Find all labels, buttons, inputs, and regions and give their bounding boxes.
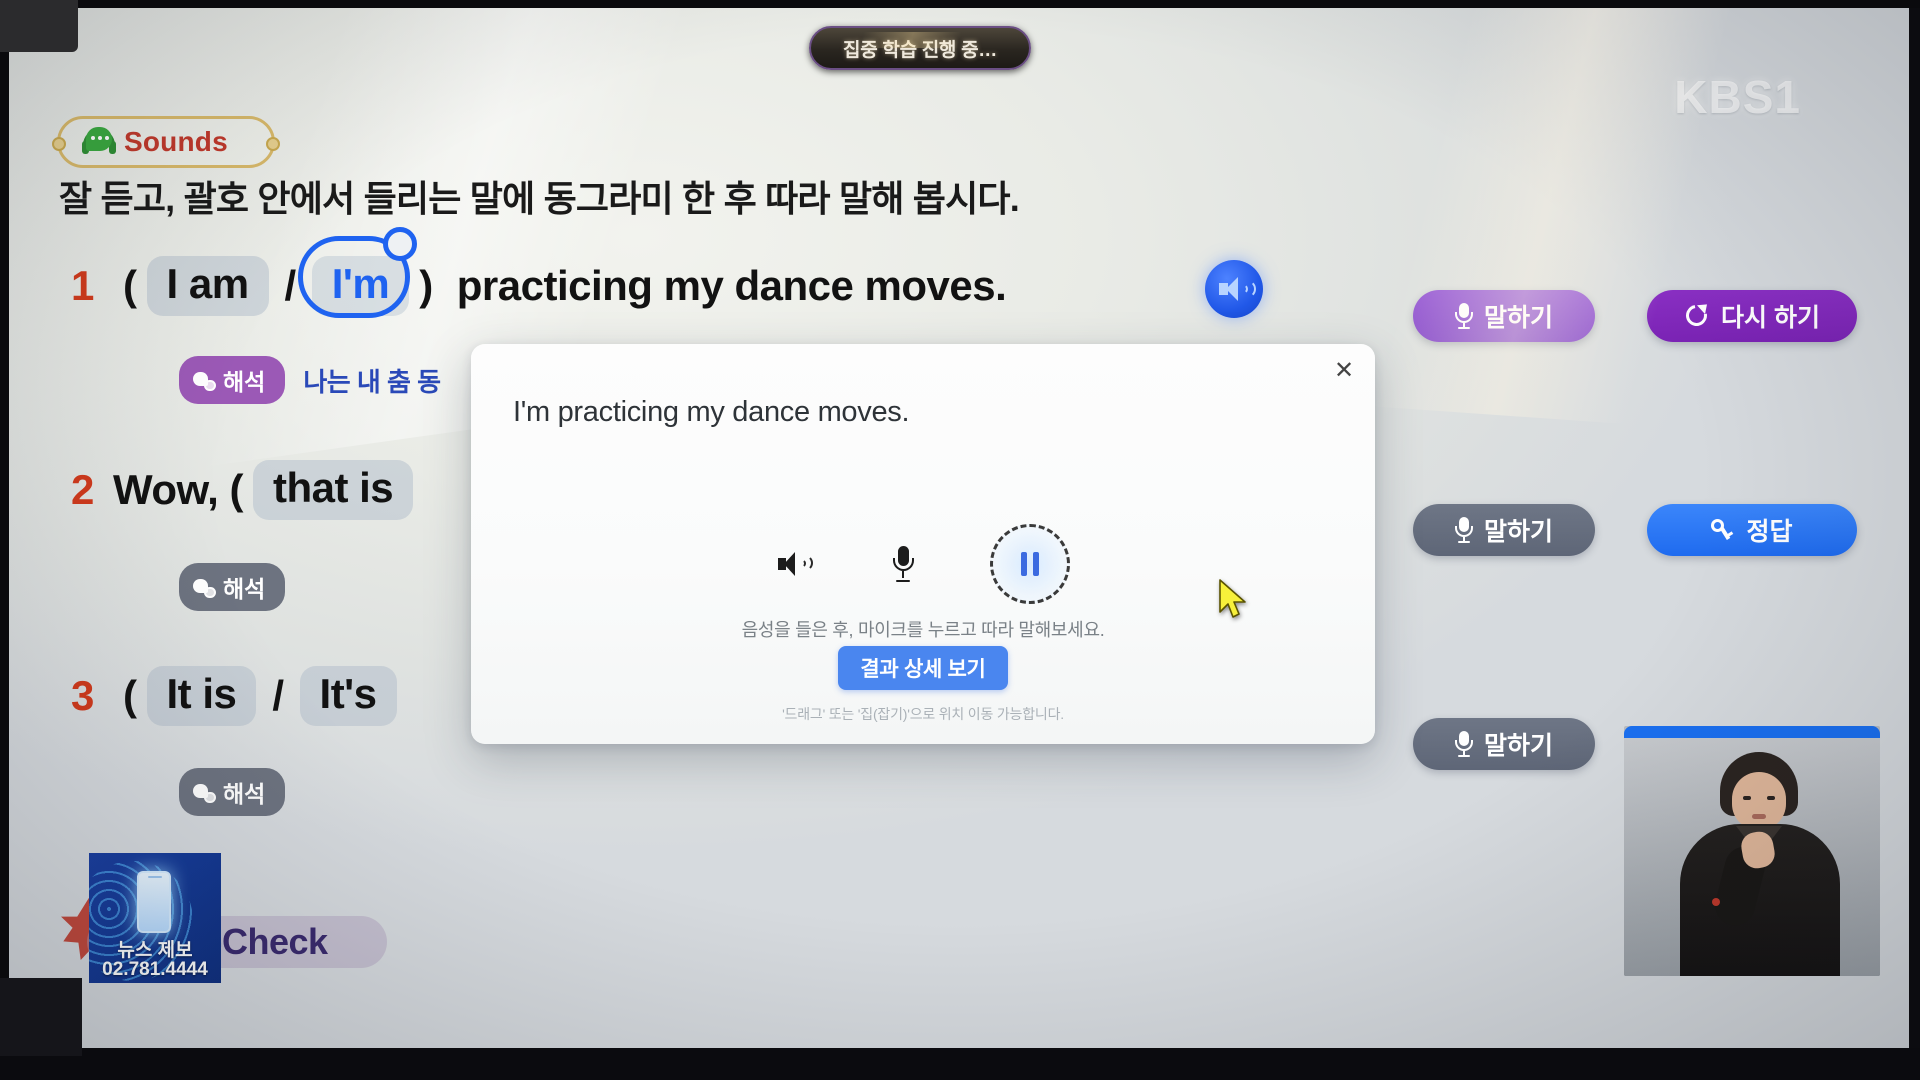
answer-button[interactable]: 정답 [1647, 504, 1857, 556]
translation-bubble-icon [193, 577, 216, 598]
speak-button-row-1-label: 말하기 [1483, 304, 1553, 332]
modal-pause-button[interactable] [990, 524, 1070, 604]
mic-icon [1454, 731, 1473, 757]
speaker-icon [1219, 277, 1256, 301]
retry-button-label: 다시 하기 [1721, 304, 1820, 332]
mic-icon [1454, 303, 1473, 329]
sounds-section-badge: Sounds [52, 116, 280, 168]
kbs-channel-number: 1 [1774, 71, 1800, 123]
badge-knob-left [52, 137, 66, 151]
question-1-speaker-button[interactable] [1205, 260, 1263, 318]
modal-record-button[interactable] [890, 544, 916, 584]
kbs-logo-text: KBS [1674, 71, 1775, 123]
status-pill-label: 집중 학습 진행 중… [843, 39, 997, 61]
translation-bubble-icon [193, 782, 216, 803]
question-2-number: 2 [71, 466, 95, 513]
question-1-tail: practicing my dance moves. [456, 262, 1007, 309]
kbs-channel-logo: KBS1 [1674, 70, 1800, 124]
arrow-cursor [1219, 579, 1246, 618]
speak-button-row-1[interactable]: 말하기 [1413, 290, 1595, 342]
question-2-choice-a[interactable]: that is [252, 460, 414, 520]
frame-edge-bottom [0, 1048, 1920, 1080]
answer-button-label: 정답 [1746, 518, 1793, 546]
mic-icon [890, 544, 916, 584]
question-1-hint-text: 나는 내 춤 동 [303, 366, 441, 397]
question-3-hint-row: 해석 [179, 768, 286, 816]
news-tip-label: 뉴스 제보 [117, 940, 193, 961]
news-tip-phone: 02.781.4444 [102, 959, 208, 980]
broadcast-frame: 집중 학습 진행 중… KBS1 Sounds 잘 듣고, 괄호 안에서 들리는… [0, 0, 1920, 1080]
key-icon [1711, 519, 1735, 541]
news-tip-overlay: 뉴스 제보 02.781.4444 [89, 853, 221, 983]
question-1-choice-b-label: I'm [331, 260, 390, 307]
frame-edge-top [0, 0, 1920, 8]
question-1-choice-b[interactable]: I'm [297, 227, 417, 318]
question-3-hint-badge-label: 해석 [223, 781, 266, 807]
close-icon[interactable]: ✕ [1331, 358, 1357, 384]
refresh-icon [1681, 299, 1712, 331]
status-pill: 집중 학습 진행 중… [809, 26, 1031, 70]
question-item-1: 1 ( I am / I'm ) practicing my dance mov… [71, 227, 1007, 318]
question-3-number: 3 [71, 672, 95, 719]
pause-icon-bar-left [1021, 552, 1027, 576]
sign-language-interpreter-video [1624, 726, 1880, 976]
modal-listen-button[interactable] [776, 544, 816, 584]
mic-icon [1454, 517, 1473, 543]
question-3-choice-b[interactable]: It's [299, 666, 397, 726]
phone-icon [137, 871, 171, 933]
frame-edge-left [0, 0, 9, 1080]
modal-detail-button[interactable]: 결과 상세 보기 [838, 646, 1008, 690]
question-2-hint-badge-label: 해석 [223, 576, 266, 602]
question-2-hint-badge[interactable]: 해석 [179, 563, 286, 611]
lesson-instruction: 잘 듣고, 괄호 안에서 들리는 말에 동그라미 한 후 따라 말해 봅시다. [59, 178, 1020, 219]
frame-corner-top-left [0, 0, 78, 52]
speak-button-row-2[interactable]: 말하기 [1413, 504, 1595, 556]
pause-icon-bar-right [1033, 552, 1039, 576]
modal-target-sentence: I'm practicing my dance moves. [513, 396, 910, 428]
question-1-choice-a[interactable]: I am [146, 256, 269, 316]
question-3-hint-badge[interactable]: 해석 [179, 768, 286, 816]
speaker-icon [776, 544, 816, 584]
speak-button-row-3-label: 말하기 [1483, 732, 1553, 760]
question-1-hint-badge-label: 해석 [223, 369, 266, 395]
question-3-choice-a[interactable]: It is [146, 666, 257, 726]
question-2-hint-row: 해석 [179, 563, 286, 611]
sounds-badge-label: Sounds [124, 126, 228, 157]
question-2-lead: Wow, ( [113, 466, 243, 513]
question-1-close-paren: ) [419, 262, 433, 309]
close-glyph: ✕ [1333, 357, 1355, 384]
question-item-2: 2 Wow, ( that is [71, 460, 414, 520]
modal-detail-button-label: 결과 상세 보기 [860, 658, 986, 681]
question-1-hint-row: 해석 나는 내 춤 동 [179, 356, 441, 404]
speaking-practice-modal: ✕ I'm practicing my dance moves. 음성을 들은 … [471, 344, 1375, 744]
frame-corner-bottom-left [0, 978, 82, 1056]
question-3-slash: / [272, 672, 284, 719]
badge-knob-right [266, 137, 280, 151]
retry-button[interactable]: 다시 하기 [1647, 290, 1857, 342]
question-3-open-paren: ( [123, 672, 137, 719]
sounds-headphone-chat-icon [82, 125, 116, 159]
question-1-open-paren: ( [123, 262, 137, 309]
speak-button-row-2-label: 말하기 [1483, 518, 1553, 546]
translation-bubble-icon [193, 370, 216, 391]
question-item-3: 3 ( It is / It's [71, 666, 397, 726]
question-1-number: 1 [71, 262, 95, 309]
sign-video-topbar [1624, 726, 1880, 738]
question-1-slash: / [284, 262, 297, 309]
question-1-hint-badge[interactable]: 해석 [179, 356, 286, 404]
modal-note-text: '드래그' 또는 '집(잡기)'으로 위치 이동 가능합니다. [782, 706, 1064, 722]
projected-screen: 집중 학습 진행 중… KBS1 Sounds 잘 듣고, 괄호 안에서 들리는… [9, 8, 1909, 1048]
speak-button-row-3[interactable]: 말하기 [1413, 718, 1595, 770]
